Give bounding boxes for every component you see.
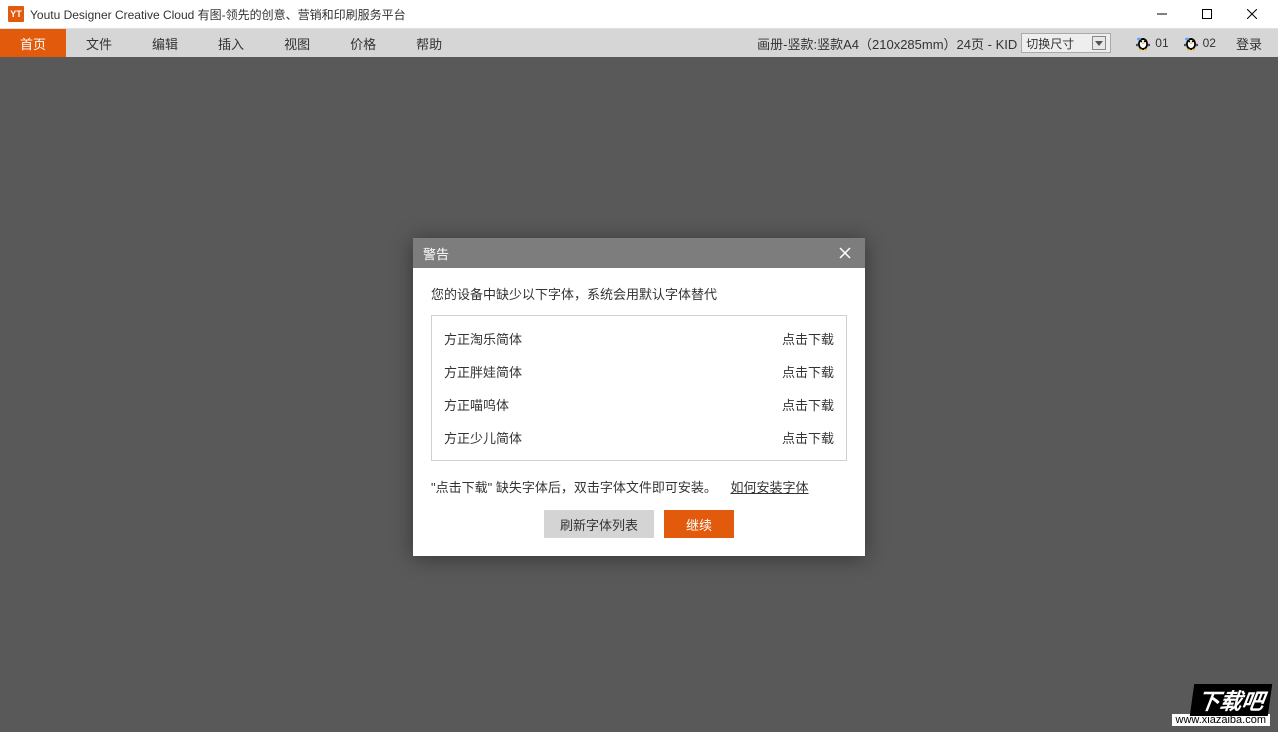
dialog-header: 警告 <box>413 238 865 268</box>
size-select-label: 切换尺寸 <box>1026 35 1074 52</box>
close-icon <box>1247 9 1257 19</box>
missing-font-list: 方正淘乐简体 点击下载 方正胖娃简体 点击下载 方正喵呜体 点击下载 方正少儿简… <box>431 315 847 461</box>
minimize-icon <box>1157 9 1167 19</box>
download-link[interactable]: 点击下载 <box>782 428 834 447</box>
font-row: 方正少儿简体 点击下载 <box>444 421 834 454</box>
dialog-body: 您的设备中缺少以下字体，系统会用默认字体替代 方正淘乐简体 点击下载 方正胖娃简… <box>413 268 865 556</box>
font-row: 方正淘乐简体 点击下载 <box>444 322 834 355</box>
dialog-hint: "点击下载" 缺失字体后，双击字体文件即可安装。 如何安装字体 <box>431 477 847 496</box>
qq-contact-1[interactable]: 01 <box>1135 35 1168 51</box>
app-icon: YT <box>8 6 24 22</box>
document-info: 画册-竖款:竖款A4（210x285mm）24页 - KID 切换尺寸 <box>757 29 1119 57</box>
qq-label-2: 02 <box>1203 36 1216 50</box>
login-link[interactable]: 登录 <box>1236 34 1262 53</box>
font-row: 方正喵呜体 点击下载 <box>444 388 834 421</box>
maximize-button[interactable] <box>1184 0 1229 29</box>
menu-home[interactable]: 首页 <box>0 29 66 57</box>
window-title: Youtu Designer Creative Cloud 有图-领先的创意、营… <box>30 6 1139 23</box>
continue-button[interactable]: 继续 <box>664 510 734 538</box>
qq-label-1: 01 <box>1155 36 1168 50</box>
minimize-button[interactable] <box>1139 0 1184 29</box>
menu-help[interactable]: 帮助 <box>396 29 462 57</box>
watermark-text: 下载吧 <box>1190 684 1273 716</box>
font-name: 方正淘乐简体 <box>444 329 522 348</box>
maximize-icon <box>1202 9 1212 19</box>
menu-insert[interactable]: 插入 <box>198 29 264 57</box>
font-row: 方正胖娃简体 点击下载 <box>444 355 834 388</box>
download-link[interactable]: 点击下载 <box>782 362 834 381</box>
menubar: 首页 文件 编辑 插入 视图 价格 帮助 画册-竖款:竖款A4（210x285m… <box>0 29 1278 57</box>
qq-icon <box>1183 35 1199 51</box>
menu-file[interactable]: 文件 <box>66 29 132 57</box>
menu-edit[interactable]: 编辑 <box>132 29 198 57</box>
dialog-close-button[interactable] <box>835 243 855 263</box>
close-button[interactable] <box>1229 0 1274 29</box>
menu-price[interactable]: 价格 <box>330 29 396 57</box>
size-select[interactable]: 切换尺寸 <box>1021 33 1111 53</box>
chevron-down-icon <box>1092 36 1106 50</box>
refresh-fonts-button[interactable]: 刷新字体列表 <box>544 510 654 538</box>
menubar-right: 01 02 登录 <box>1119 29 1278 57</box>
download-link[interactable]: 点击下载 <box>782 329 834 348</box>
watermark: 下载吧 www.xiazaiba.com <box>1172 684 1270 726</box>
how-install-link[interactable]: 如何安装字体 <box>730 480 808 495</box>
font-name: 方正胖娃简体 <box>444 362 522 381</box>
font-name: 方正喵呜体 <box>444 395 509 414</box>
qq-contact-2[interactable]: 02 <box>1183 35 1216 51</box>
dialog-buttons: 刷新字体列表 继续 <box>431 510 847 538</box>
dialog-message: 您的设备中缺少以下字体，系统会用默认字体替代 <box>431 284 847 303</box>
font-name: 方正少儿简体 <box>444 428 522 447</box>
dialog-title: 警告 <box>423 244 449 263</box>
document-info-text: 画册-竖款:竖款A4（210x285mm）24页 - KID <box>757 34 1017 53</box>
close-icon <box>839 247 851 259</box>
titlebar: YT Youtu Designer Creative Cloud 有图-领先的创… <box>0 0 1278 29</box>
qq-icon <box>1135 35 1151 51</box>
download-link[interactable]: 点击下载 <box>782 395 834 414</box>
hint-text: "点击下载" 缺失字体后，双击字体文件即可安装。 <box>431 480 717 495</box>
menu-view[interactable]: 视图 <box>264 29 330 57</box>
warning-dialog: 警告 您的设备中缺少以下字体，系统会用默认字体替代 方正淘乐简体 点击下载 方正… <box>413 238 865 556</box>
